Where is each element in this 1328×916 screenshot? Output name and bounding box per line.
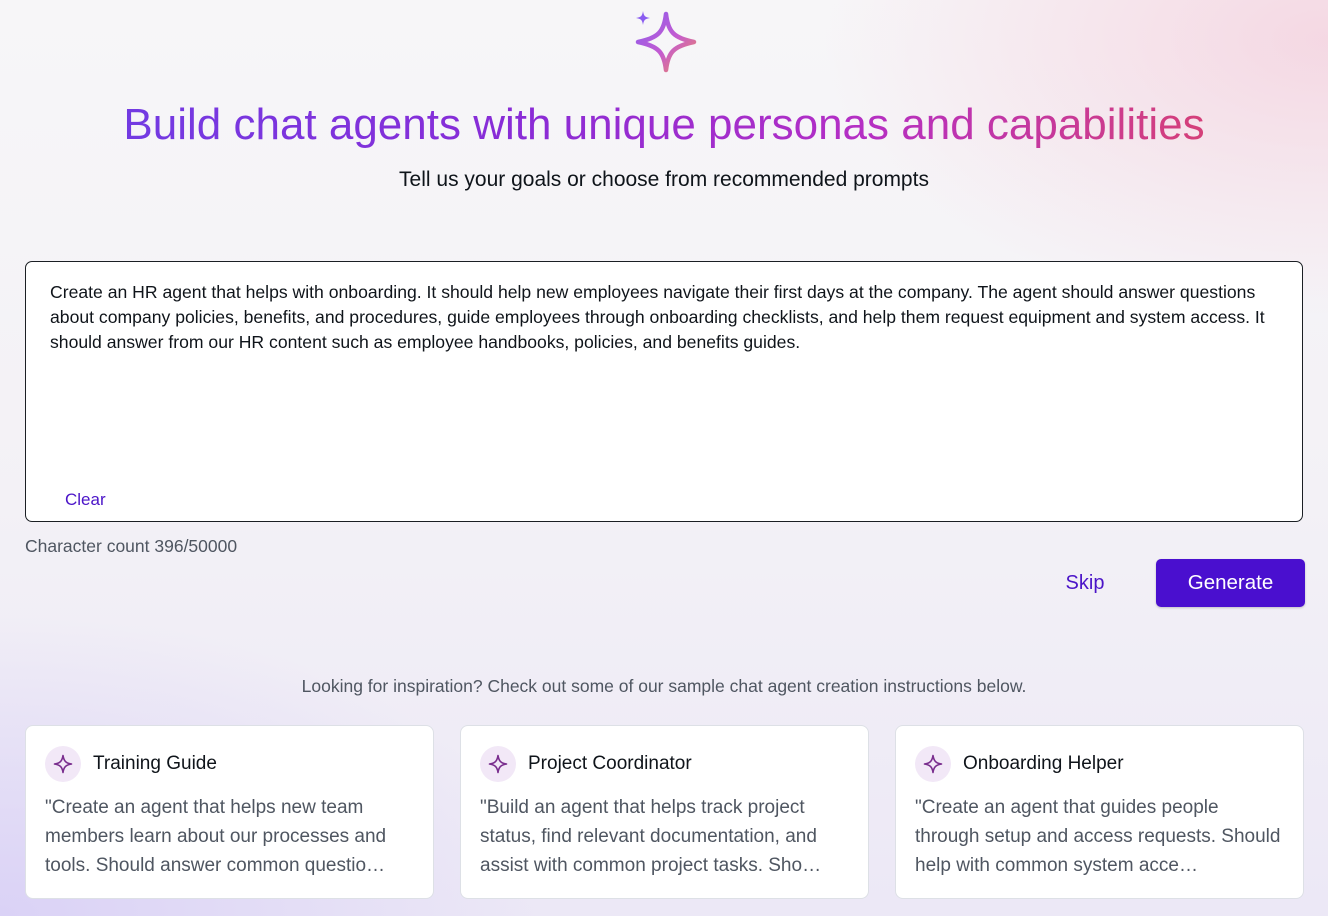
card-icon-badge [915, 746, 951, 782]
sparkle-icon [635, 11, 697, 73]
card-description: "Build an agent that helps track project… [480, 797, 822, 876]
prompt-text[interactable]: Create an HR agent that helps with onboa… [50, 280, 1282, 355]
sample-card-onboarding-helper[interactable]: Onboarding Helper "Create an agent that … [895, 725, 1304, 899]
skip-button[interactable]: Skip [1040, 565, 1130, 601]
sparkle-icon [923, 754, 943, 774]
page-subtitle: Tell us your goals or choose from recomm… [399, 168, 929, 191]
inspiration-text: Looking for inspiration? Check out some … [301, 676, 1027, 696]
card-icon-badge [480, 746, 516, 782]
card-description: "Create an agent that helps new team mem… [45, 797, 387, 876]
clear-button[interactable]: Clear [65, 489, 106, 511]
sparkle-icon [488, 754, 508, 774]
card-icon-badge [45, 746, 81, 782]
sparkle-icon [53, 754, 73, 774]
page-title: Build chat agents with unique personas a… [0, 98, 1328, 152]
generate-button[interactable]: Generate [1156, 559, 1305, 607]
character-count: Character count 396/50000 [25, 536, 238, 556]
prompt-textarea[interactable]: Create an HR agent that helps with onboa… [25, 261, 1303, 522]
card-title: Training Guide [93, 753, 217, 774]
sample-card-training-guide[interactable]: Training Guide "Create an agent that hel… [25, 725, 434, 899]
card-title: Project Coordinator [528, 753, 692, 774]
card-title: Onboarding Helper [963, 753, 1124, 774]
card-description: "Create an agent that guides people thro… [915, 797, 1281, 876]
sample-card-project-coordinator[interactable]: Project Coordinator "Build an agent that… [460, 725, 869, 899]
